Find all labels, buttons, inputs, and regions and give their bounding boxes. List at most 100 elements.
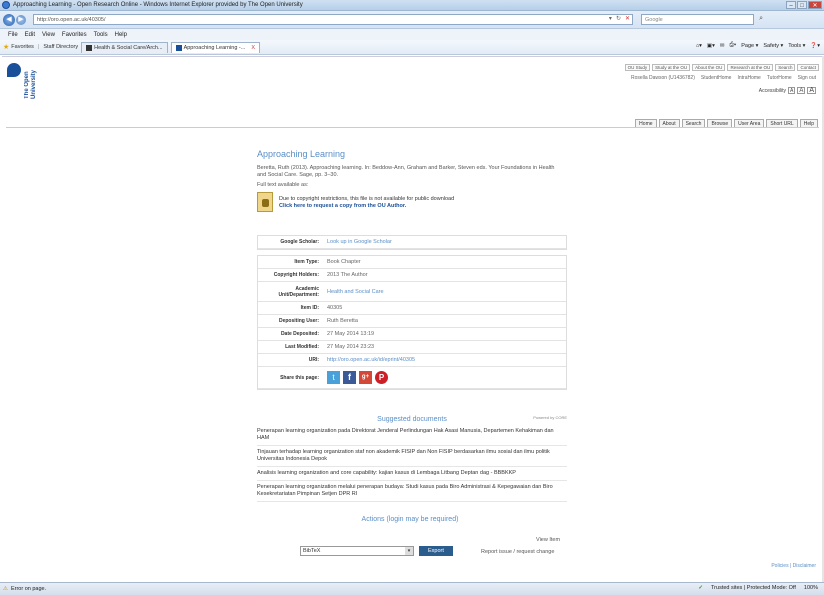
uri-link[interactable]: http://oro.open.ac.uk/id/eprint/40305 (323, 357, 566, 363)
metadata-row: Google Scholar: Look up in Google Schola… (258, 236, 566, 249)
google-plus-icon[interactable]: g+ (359, 371, 372, 384)
link-ou-study[interactable]: OU Study (624, 64, 651, 71)
item-metadata: Google Scholar: Look up in Google Schola… (257, 235, 567, 390)
accessibility-label: Accessibility (758, 87, 786, 94)
page-title: Approaching Learning (257, 149, 346, 159)
forward-button[interactable]: ▶ (16, 14, 26, 25)
minimize-button[interactable]: – (786, 1, 796, 9)
facebook-icon[interactable]: f (343, 371, 356, 384)
status-text: Error on page. (10, 586, 47, 592)
request-copy-link[interactable]: Click here to request a copy from the OU… (279, 203, 406, 209)
maximize-button[interactable]: □ (797, 1, 807, 9)
menu-tools[interactable]: Tools (94, 32, 108, 38)
view-item-link[interactable]: View Item (536, 537, 560, 543)
feeds-icon[interactable]: ▣▾ (707, 43, 715, 49)
restriction-text: Due to copyright restrictions, this file… (279, 196, 455, 202)
chevron-down-icon[interactable]: ▾ (405, 547, 413, 555)
page-content: The Open University OU Study Study at th… (2, 56, 822, 582)
divider: | (37, 44, 40, 50)
share-label: Share this page: (280, 374, 319, 381)
metadata-row: Item ID: 40305 (258, 302, 566, 315)
dropdown-icon[interactable]: ▾ (609, 15, 612, 22)
tab-label: Approaching Learning -... (183, 44, 246, 51)
fulltext-label: Full text available as: (257, 182, 309, 188)
print-icon[interactable]: ⎙▾ (730, 42, 737, 49)
text-size-small-button[interactable]: A (787, 87, 796, 94)
user-name: Rosella Dawson (U1436782) (630, 75, 695, 81)
cmd-safety[interactable]: Safety ▾ (763, 43, 783, 49)
metadata-key: Academic Unit/Department: (278, 285, 319, 298)
menu-edit[interactable]: Edit (25, 32, 35, 38)
refresh-icon[interactable]: ↻ (616, 15, 621, 22)
suggested-item[interactable]: Penerapan learning organization pada Dir… (257, 425, 567, 446)
link-intrahome[interactable]: IntraHome (737, 75, 760, 81)
favorites-button[interactable]: Favorites (11, 44, 34, 50)
actions-title: Actions (login may be required) (361, 516, 459, 523)
sign-out-link[interactable]: Sign out (798, 75, 816, 81)
metadata-key: Item ID: (300, 305, 319, 311)
suggested-item[interactable]: Penerapan learning organization melalui … (257, 481, 567, 502)
suggested-item[interactable]: Tinjauan terhadap learning organization … (257, 446, 567, 467)
suggested-item[interactable]: Analisis learning organization and core … (257, 467, 567, 481)
metadata-row: Item Type: Book Chapter (258, 256, 566, 269)
export-format-select[interactable]: BibTeX ▾ (300, 546, 414, 556)
stop-icon[interactable]: ✕ (625, 15, 630, 22)
link-tutorhome[interactable]: TutorHome (767, 75, 792, 81)
cmd-tools[interactable]: Tools ▾ (788, 43, 805, 49)
tab-label: Health & Social Care/Arch... (94, 44, 163, 51)
favorite-item-staff-directory[interactable]: Staff Directory (43, 44, 78, 50)
link-study-at-ou[interactable]: Study at the OU (652, 64, 691, 71)
tab-close-icon[interactable]: X (251, 45, 255, 51)
link-contact[interactable]: Contact (797, 64, 819, 71)
link-about-ou[interactable]: About the OU (692, 64, 726, 71)
home-icon[interactable]: ⌂▾ (696, 43, 702, 49)
footer-links[interactable]: Policies | Disclaimer (771, 563, 816, 569)
menu-file[interactable]: File (8, 32, 18, 38)
cmd-help[interactable]: ❓▾ (810, 43, 820, 49)
link-research-at-ou[interactable]: Research at the OU (727, 64, 774, 71)
twitter-icon[interactable]: t (327, 371, 340, 384)
core-logo[interactable]: Powered by CORE (533, 415, 567, 420)
link-search[interactable]: Search (775, 64, 796, 71)
address-bar: ◀ ▶ http://oro.open.ac.uk/40305/ ▾ ↻ ✕ G… (0, 11, 824, 29)
citation-text: Beretta, Ruth (2013). Approaching learni… (257, 165, 555, 178)
text-size-medium-button[interactable]: A (797, 87, 806, 94)
tab-approaching-learning[interactable]: Approaching Learning -... X (170, 41, 261, 53)
restricted-document: Due to copyright restrictions, this file… (257, 192, 567, 212)
accessibility-controls: Accessibility A A A (759, 87, 816, 94)
menu-favorites[interactable]: Favorites (62, 32, 87, 38)
metadata-key: Last Modified: (285, 344, 319, 350)
zoom-level[interactable]: 100% (804, 585, 818, 591)
url-controls: ▾ ↻ ✕ (609, 15, 630, 22)
url-input[interactable]: http://oro.open.ac.uk/40305/ ▾ ↻ ✕ (33, 14, 633, 25)
ou-shield-icon[interactable] (7, 63, 21, 77)
metadata-key: Google Scholar: (280, 239, 319, 245)
mail-icon[interactable]: ✉ (720, 43, 725, 49)
export-button[interactable]: Export (419, 546, 453, 556)
checkmark-icon: ✓ (698, 585, 704, 591)
link-studenthome[interactable]: StudentHome (701, 75, 732, 81)
security-zone[interactable]: Trusted sites | Protected Mode: Off (711, 585, 796, 591)
suggested-header: Suggested documents Powered by CORE (257, 413, 567, 425)
cmd-page[interactable]: Page ▾ (741, 43, 758, 49)
metadata-row: Last Modified: 27 May 2014 23:23 (258, 341, 566, 354)
menu-help[interactable]: Help (115, 32, 127, 38)
warning-icon[interactable]: ⚠ (3, 586, 8, 592)
tab-health-social-care[interactable]: Health & Social Care/Arch... (81, 41, 168, 53)
search-input[interactable]: Google ⌕ (641, 14, 763, 25)
search-placeholder: Google (645, 16, 663, 23)
metadata-table: Item Type: Book Chapter Copyright Holders… (257, 255, 567, 390)
metadata-row: Date Deposited: 27 May 2014 13:19 (258, 328, 566, 341)
menu-view[interactable]: View (42, 32, 55, 38)
text-size-large-button[interactable]: A (807, 87, 816, 94)
google-scholar-link[interactable]: Look up in Google Scholar (323, 239, 566, 245)
pinterest-icon[interactable]: P (375, 371, 388, 384)
close-window-button[interactable]: ✕ (808, 1, 822, 9)
window-titlebar: Approaching Learning - Open Research Onl… (0, 0, 824, 11)
back-button[interactable]: ◀ (3, 13, 15, 26)
ou-logo-text[interactable]: The Open University (24, 59, 38, 99)
metadata-key: Date Deposited: (280, 331, 319, 337)
report-issue-link[interactable]: Report issue / request change (481, 549, 554, 555)
search-icon[interactable]: ⌕ (759, 15, 763, 23)
department-link[interactable]: Health and Social Care (323, 289, 566, 295)
